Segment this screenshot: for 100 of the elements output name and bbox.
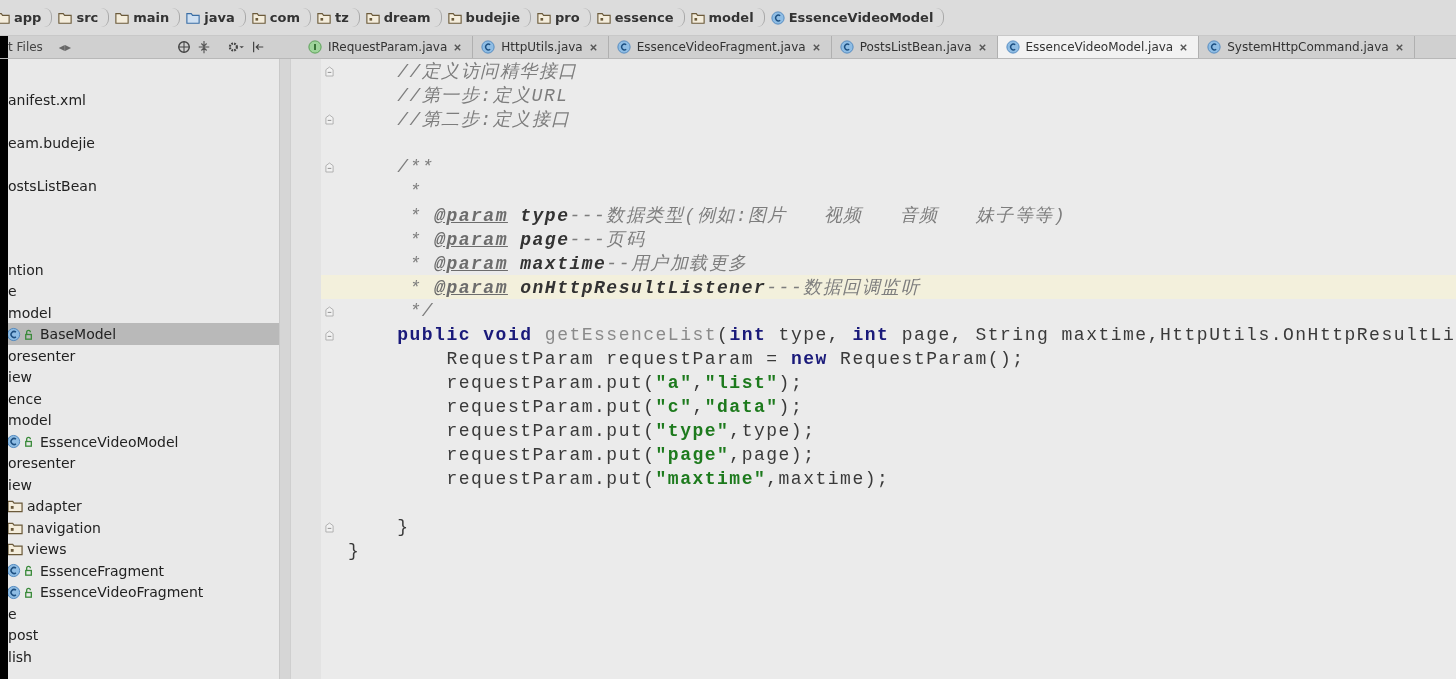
tree-item[interactable]: oresenter bbox=[8, 344, 279, 367]
code-line: * bbox=[408, 181, 422, 201]
tab-label: EssenceVideoFragment.java bbox=[636, 40, 806, 54]
tree-item[interactable]: EssenceVideoFragment bbox=[8, 581, 279, 603]
code-line: * @param page---页码 bbox=[408, 229, 646, 251]
close-icon[interactable] bbox=[588, 42, 598, 52]
class-icon bbox=[481, 40, 496, 54]
class-icon bbox=[839, 40, 854, 54]
tab-label: EssenceVideoModel.java bbox=[1025, 40, 1174, 54]
tree-item[interactable]: adapter bbox=[8, 495, 279, 517]
breadcrumb-item[interactable]: EssenceVideoModel bbox=[768, 8, 945, 27]
fold-marker-icon[interactable] bbox=[325, 329, 334, 341]
package-icon bbox=[596, 10, 611, 25]
hide-icon[interactable] bbox=[250, 40, 265, 54]
code-line: * @param maxtime--用户加载更多 bbox=[408, 253, 748, 275]
tree-item[interactable]: views bbox=[8, 538, 279, 560]
package-icon bbox=[8, 520, 23, 535]
code-line: requestParam.put("c","data"); bbox=[445, 397, 804, 417]
tree-item[interactable]: oresenter bbox=[8, 452, 279, 474]
code-line: } bbox=[348, 541, 361, 561]
tree-item[interactable]: model bbox=[8, 301, 279, 324]
tree-item[interactable]: e bbox=[8, 280, 279, 302]
tree-item[interactable]: lish bbox=[8, 645, 279, 668]
code-line: RequestParam requestParam = new RequestParam(); bbox=[445, 349, 1025, 369]
close-icon[interactable] bbox=[811, 42, 821, 52]
breadcrumb-item[interactable]: pro bbox=[535, 8, 591, 27]
code-line: * @param type---数据类型(例如:图片 视频 音频 妹子等等) bbox=[408, 205, 1066, 227]
editor-tab[interactable]: EssenceVideoFragment.java bbox=[608, 36, 832, 58]
editor-tab[interactable]: PostsListBean.java bbox=[831, 36, 998, 58]
class-icon bbox=[616, 40, 631, 54]
tree-item[interactable]: eam.budejie bbox=[8, 132, 279, 154]
editor-tab[interactable]: IRequestParam.java bbox=[300, 36, 474, 58]
breadcrumb-item[interactable]: main bbox=[113, 8, 181, 27]
tree-item[interactable]: anifest.xml bbox=[8, 89, 279, 111]
tree-item[interactable]: ostsListBean bbox=[8, 175, 279, 197]
tree-item[interactable]: EssenceFragment bbox=[8, 559, 279, 582]
package-icon bbox=[365, 10, 380, 25]
folder-icon bbox=[0, 10, 10, 25]
package-icon bbox=[537, 10, 551, 25]
editor-tab[interactable]: HttpUtils.java bbox=[473, 36, 609, 58]
collapse-icon[interactable] bbox=[196, 40, 211, 54]
close-icon[interactable] bbox=[453, 42, 463, 52]
fold-marker-icon[interactable] bbox=[325, 65, 334, 77]
breadcrumb-item[interactable]: com bbox=[249, 8, 311, 27]
class-icon bbox=[1005, 40, 1020, 54]
tree-item[interactable]: ence bbox=[8, 387, 279, 410]
code-line: */ bbox=[408, 301, 435, 321]
fold-marker-icon[interactable] bbox=[325, 521, 334, 533]
tree-item[interactable]: BaseModel bbox=[8, 323, 279, 345]
tree-item[interactable]: iew bbox=[8, 366, 279, 388]
breadcrumb-item[interactable]: dream bbox=[363, 8, 442, 27]
breadcrumb-item[interactable]: model bbox=[688, 8, 765, 27]
code-line: requestParam.put("page",page); bbox=[445, 445, 816, 465]
tree-item[interactable]: post bbox=[8, 624, 279, 646]
tab-label: IRequestParam.java bbox=[328, 40, 448, 54]
close-icon[interactable] bbox=[1394, 42, 1404, 52]
tree-item[interactable]: EssenceVideoModel bbox=[8, 430, 279, 453]
breadcrumb-item[interactable]: tz bbox=[314, 8, 360, 27]
close-icon[interactable] bbox=[1179, 42, 1189, 52]
breadcrumb-item[interactable]: src bbox=[56, 8, 110, 27]
editor-tab[interactable]: EssenceVideoModel.java bbox=[997, 36, 1200, 58]
settings-icon[interactable] bbox=[226, 40, 245, 54]
folder-icon bbox=[115, 10, 130, 25]
fold-marker-icon[interactable] bbox=[325, 305, 334, 317]
package-icon bbox=[447, 10, 462, 25]
code-line: requestParam.put("a","list"); bbox=[445, 373, 804, 393]
folder-icon bbox=[186, 10, 201, 25]
package-icon bbox=[251, 10, 266, 25]
breadcrumb-item[interactable]: essence bbox=[594, 8, 685, 27]
tree-item[interactable]: e bbox=[8, 602, 279, 625]
folder-icon bbox=[58, 10, 73, 25]
code-line: requestParam.put("type",type); bbox=[445, 421, 816, 441]
tab-label: HttpUtils.java bbox=[501, 40, 583, 54]
package-icon bbox=[8, 499, 23, 514]
breadcrumb-item[interactable]: budejie bbox=[445, 8, 531, 27]
code-line: //第二步:定义接口 bbox=[396, 109, 571, 131]
close-icon[interactable] bbox=[977, 42, 987, 52]
fold-marker-icon[interactable] bbox=[325, 161, 334, 173]
code-line: //第一步:定义URL bbox=[396, 85, 569, 107]
package-icon bbox=[8, 542, 23, 557]
breadcrumb-item[interactable]: java bbox=[184, 8, 246, 27]
package-icon bbox=[690, 10, 705, 25]
tree-item[interactable]: iew bbox=[8, 473, 279, 496]
tree-item[interactable]: model bbox=[8, 409, 279, 431]
target-icon[interactable] bbox=[176, 40, 191, 54]
class-icon bbox=[1207, 40, 1222, 54]
code-line: } bbox=[396, 517, 410, 537]
code-line: public void getEssenceList(int type, int page, String maxtime,HttpUtils.OnHttpResultLi bbox=[396, 325, 1456, 345]
class-icon bbox=[770, 10, 785, 25]
code-line: requestParam.put("maxtime",maxtime); bbox=[445, 469, 890, 489]
tree-item[interactable]: navigation bbox=[8, 516, 279, 539]
interface-icon bbox=[308, 40, 322, 54]
tree-item[interactable]: ntion bbox=[8, 258, 279, 281]
code-line: /** bbox=[396, 157, 435, 177]
fold-marker-icon[interactable] bbox=[325, 113, 334, 125]
editor-tab[interactable]: SystemHttpCommand.java bbox=[1199, 36, 1415, 58]
scrollbar[interactable] bbox=[279, 59, 290, 679]
panel-switch-arrows[interactable]: ◂▸ bbox=[58, 40, 71, 54]
panel-title: t Files bbox=[8, 40, 43, 54]
breadcrumb-item[interactable]: app bbox=[0, 8, 53, 27]
